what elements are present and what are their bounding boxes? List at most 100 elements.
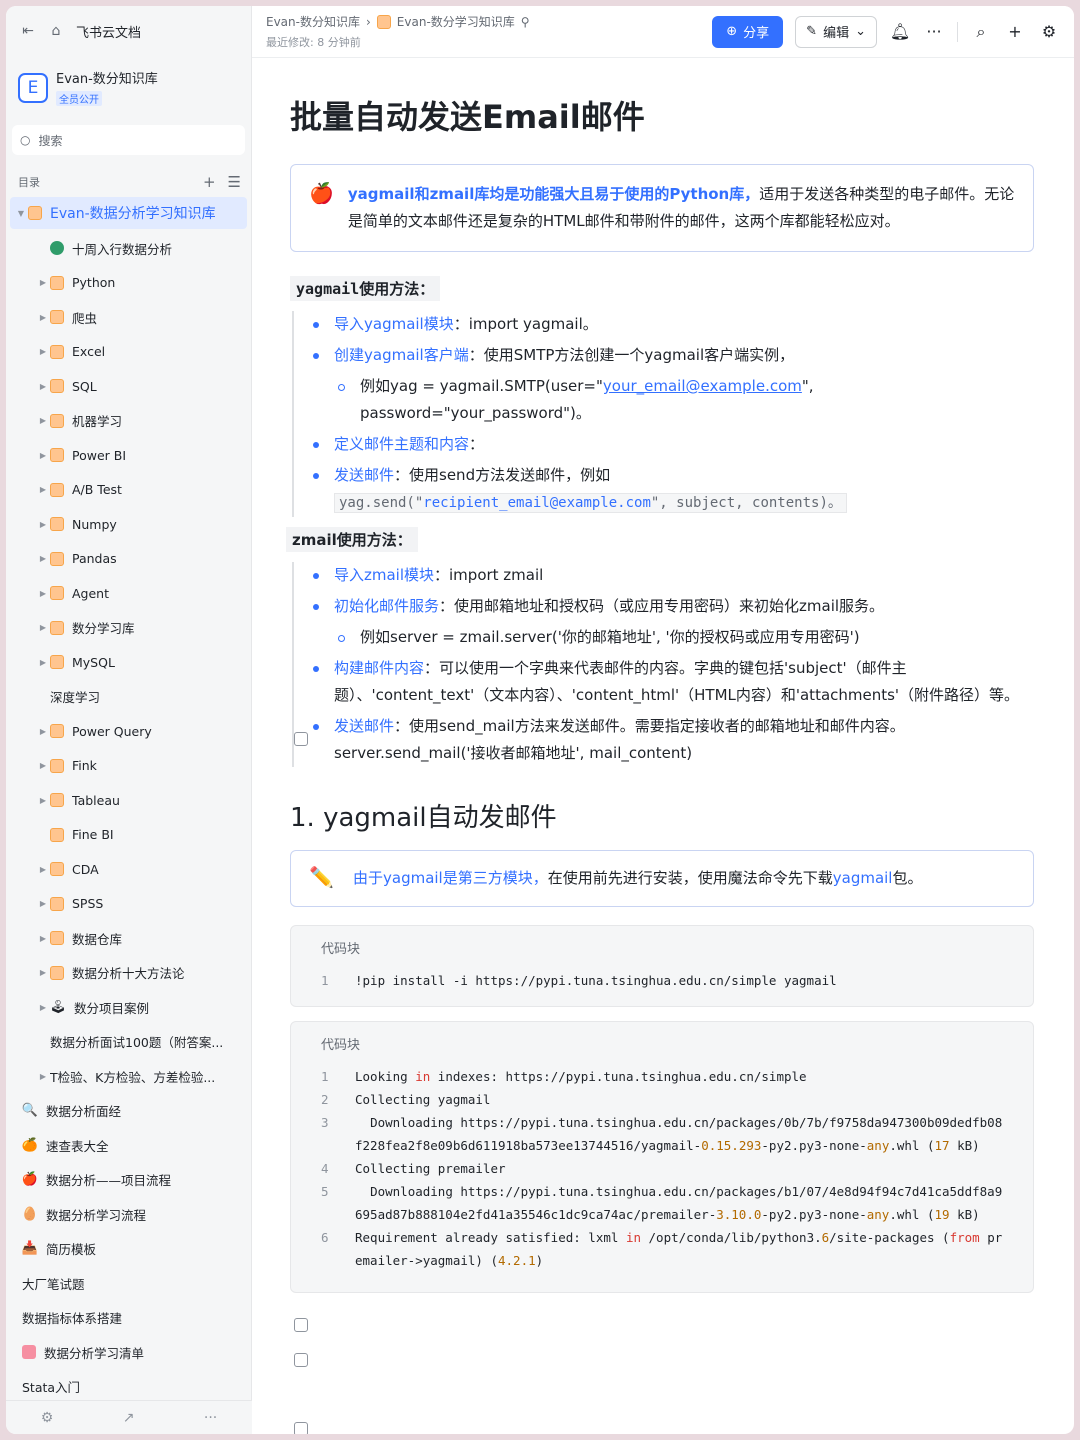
more-icon[interactable]: ··· xyxy=(204,1410,217,1426)
sidebar-tree-item[interactable]: ▶ 数分学习库 xyxy=(10,611,247,646)
expand-arrow-icon[interactable]: ▶ xyxy=(36,1072,50,1081)
add-icon[interactable]: + xyxy=(1004,22,1026,41)
more-icon[interactable]: ··· xyxy=(923,22,945,41)
sidebar-tree-item[interactable]: ▶ 数据分析十大方法论 xyxy=(10,956,247,991)
kb-visibility-tag: 全员公开 xyxy=(56,91,102,106)
sidebar-tree-item[interactable]: 🥚 数据分析学习流程 xyxy=(10,1197,247,1232)
home-icon[interactable]: ⌂ xyxy=(48,23,64,39)
sidebar-tree-item[interactable]: ▶ 机器学习 xyxy=(10,404,247,439)
expand-arrow-icon[interactable]: ▶ xyxy=(36,520,50,529)
list-icon[interactable]: ☰ xyxy=(228,173,241,191)
list-item-key: 初始化邮件服务 xyxy=(334,597,440,615)
inline-code: yag.send("recipient_email@example.com", … xyxy=(334,493,847,513)
expand-arrow-icon[interactable]: ▶ xyxy=(36,416,50,425)
expand-arrow-icon[interactable]: ▶ xyxy=(36,761,50,770)
sidebar-tree-item[interactable]: 数据分析面试100题（附答案... xyxy=(10,1025,308,1091)
expand-arrow-icon[interactable]: ▶ xyxy=(36,968,50,977)
search-placeholder: 搜索 xyxy=(38,133,63,148)
expand-arrow-icon[interactable]: ▶ xyxy=(36,278,50,287)
sidebar-tree-item[interactable]: 数据分析学习清单 xyxy=(10,1335,247,1370)
sidebar-tree-item[interactable]: ▶ A/B Test xyxy=(10,473,247,508)
bell-icon[interactable]: 🔔︎ xyxy=(889,22,911,41)
sidebar-tree-item[interactable]: 十周入行数据分析 xyxy=(10,231,247,266)
expand-arrow-icon[interactable]: ▶ xyxy=(36,451,50,460)
expand-arrow-icon[interactable]: ▼ xyxy=(14,209,28,218)
tree-root-item[interactable]: ▼ Evan-数据分析学习知识库 xyxy=(10,197,247,229)
expand-arrow-icon[interactable]: ▶ xyxy=(36,623,50,632)
folder-icon xyxy=(28,206,42,220)
sidebar-tree-item[interactable]: ▶ MySQL xyxy=(10,645,247,680)
sidebar-tree-item[interactable]: ▶ 爬虫 xyxy=(10,300,247,335)
sidebar-tree-item[interactable]: ▶ CDA xyxy=(10,852,247,887)
sidebar-tree-item[interactable]: 🍎 数据分析——项目流程 xyxy=(10,1163,247,1198)
sidebar-tree-item[interactable]: ▶ Power Query xyxy=(10,714,247,749)
sidebar-tree-item[interactable]: ▶ 数据仓库 xyxy=(10,921,247,956)
sidebar-tree-item[interactable]: ▶ Agent xyxy=(10,576,247,611)
expand-arrow-icon[interactable]: ▶ xyxy=(36,727,50,736)
search-icon[interactable]: ⌕ xyxy=(970,22,992,42)
sidebar-tree-item[interactable]: Fine BI xyxy=(10,818,247,853)
sidebar-tree-item[interactable]: ▶ T检验、K方检验、方差检验... xyxy=(10,1059,308,1125)
expand-arrow-icon[interactable]: ▶ xyxy=(36,1003,50,1012)
doc-icon xyxy=(294,1421,308,1434)
expand-arrow-icon[interactable]: ▶ xyxy=(36,865,50,874)
page-title: 批量自动发送Email邮件 xyxy=(290,98,645,136)
search-input[interactable]: ○ 搜索 xyxy=(12,125,245,155)
code-block[interactable]: 代码块 1 !pip install -i https://pypi.tuna.t… xyxy=(290,925,1034,1007)
sidebar-tree-item[interactable]: ▶ Pandas xyxy=(10,542,247,577)
sidebar-tree-item[interactable]: 📥 简历模板 xyxy=(10,1232,247,1267)
code-block-label: 代码块 xyxy=(321,942,361,957)
settings-icon[interactable]: ⚙ xyxy=(1038,22,1060,41)
breadcrumb-kb[interactable]: Evan-数分知识库 xyxy=(266,13,360,30)
collapse-sidebar-icon[interactable]: ⇤ xyxy=(20,23,36,39)
sidebar-tree-item[interactable]: ▶ SPSS xyxy=(10,887,247,922)
sidebar-tree-item[interactable]: ▶ SQL xyxy=(10,369,247,404)
app-title[interactable]: 飞书云文档 xyxy=(76,22,141,41)
code-block[interactable]: 代码块 1 Looking in indexes: https://pypi.tu… xyxy=(290,1021,1034,1293)
expand-arrow-icon[interactable]: ▶ xyxy=(36,554,50,563)
pin-icon[interactable]: ⚲ xyxy=(521,15,530,29)
sidebar-tree-item[interactable]: 深度学习 xyxy=(10,680,308,746)
knowledge-base-header[interactable]: E Evan-数分知识库 全员公开 xyxy=(6,56,251,117)
callout-blue-text: 由于yagmail是第三方模块， xyxy=(353,869,548,887)
sidebar-tree-item[interactable]: ▶ 🕹 数分项目案例 xyxy=(10,990,247,1025)
sidebar-item-label: 数据分析面试100题（附答案... xyxy=(50,1035,224,1051)
sidebar-tree-item[interactable]: ▶ Power BI xyxy=(10,438,247,473)
list-item-key: 发送邮件 xyxy=(334,717,395,735)
list-item-text: ：使用SMTP方法创建一个yagmail客户端实例， xyxy=(468,346,795,364)
sidebar-tree-item[interactable]: 数据指标体系搭建 xyxy=(10,1301,308,1367)
sidebar-tree-item[interactable]: ▶ Fink xyxy=(10,749,247,784)
expand-arrow-icon[interactable]: ▶ xyxy=(36,313,50,322)
sidebar-tree-item[interactable]: 大厂笔试题 xyxy=(10,1266,308,1332)
expand-arrow-icon[interactable]: ▶ xyxy=(36,589,50,598)
expand-arrow-icon[interactable]: ▶ xyxy=(36,934,50,943)
breadcrumb-page[interactable]: Evan-数分学习知识库 xyxy=(397,13,515,30)
expand-arrow-icon[interactable]: ▶ xyxy=(36,899,50,908)
kb-name: Evan-数分知识库 xyxy=(56,72,158,87)
sidebar-tree-item[interactable]: 🔍 数据分析面经 xyxy=(10,1094,247,1129)
settings-icon[interactable]: ⚙ xyxy=(41,1410,54,1426)
search-icon: ○ xyxy=(20,133,31,147)
expand-arrow-icon[interactable]: ▶ xyxy=(36,382,50,391)
list-subitem: 例如server = zmail.server('你的邮箱地址', '你的授权码… xyxy=(308,624,1034,651)
sidebar-tree-item[interactable]: ▶ Excel xyxy=(10,335,247,370)
sidebar-tree-item[interactable]: ▶ Python xyxy=(10,266,247,301)
expand-arrow-icon[interactable]: ▶ xyxy=(36,485,50,494)
edit-mode-button[interactable]: ✎ 编辑 ⌄ xyxy=(795,15,877,48)
sidebar-tree-item[interactable]: 🍊 速查表大全 xyxy=(10,1128,247,1163)
line-number: 4 xyxy=(321,1161,329,1176)
share-button[interactable]: ⊕ 分享 xyxy=(712,15,784,48)
expand-arrow-icon[interactable]: ▶ xyxy=(36,796,50,805)
pencil-icon: ✎ xyxy=(806,24,818,39)
folder-icon xyxy=(50,793,64,808)
sidebar-tree-item[interactable]: ▶ Tableau xyxy=(10,783,247,818)
list-item: 发送邮件：使用send方法发送邮件，例如 yag.send("recipient_… xyxy=(308,462,1034,517)
expand-arrow-icon[interactable]: ▶ xyxy=(36,658,50,667)
expand-arrow-icon[interactable]: ▶ xyxy=(36,347,50,356)
sidebar-tree-item[interactable]: Stata入门 xyxy=(10,1370,308,1434)
add-icon[interactable]: + xyxy=(203,173,216,191)
share-arrow-icon[interactable]: ↗ xyxy=(123,1410,135,1426)
sidebar-item-label: 数据仓库 xyxy=(72,931,123,947)
sidebar-tree-item[interactable]: ▶ Numpy xyxy=(10,507,247,542)
email-link[interactable]: your_email@example.com xyxy=(603,377,802,395)
